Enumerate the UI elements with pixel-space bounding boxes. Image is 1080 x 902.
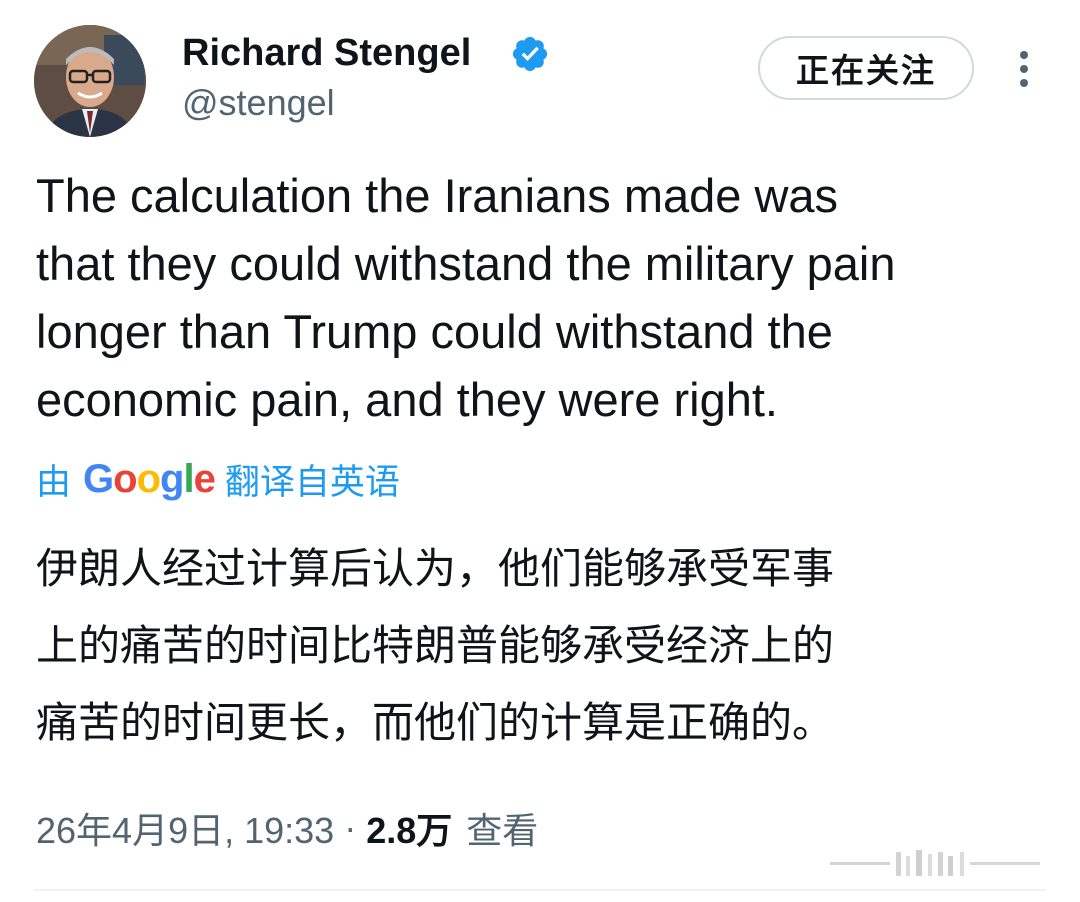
avatar[interactable] — [34, 25, 146, 137]
author-handle[interactable]: @stengel — [182, 82, 335, 124]
verified-badge-icon — [512, 36, 548, 72]
meta-separator: · — [344, 807, 357, 848]
tweet-text-line: longer than Trump could withstand the — [36, 305, 833, 358]
watermark-logo — [830, 850, 1040, 876]
translation-attribution[interactable]: 由 Google 翻译自英语 — [36, 456, 400, 503]
tweet-meta: 26年4月9日, 19:33 · 2.8万 查看 — [36, 800, 538, 856]
tweet-text-line: economic pain, and they were right. — [36, 373, 778, 426]
translation-suffix: 翻译自英语 — [224, 462, 400, 503]
display-name[interactable]: Richard Stengel — [182, 30, 471, 76]
tweet-text: The calculation the Iranians made was th… — [36, 162, 1046, 434]
translated-text-line: 伊朗人经过计算后认为，他们能够承受军事 — [36, 544, 835, 593]
tweet-text-line: The calculation the Iranians made was — [36, 169, 839, 222]
translation-prefix: 由 — [36, 462, 72, 503]
more-vertical-icon[interactable] — [1010, 48, 1038, 90]
translated-text-line: 上的痛苦的时间比特朗普能够承受经济上的 — [36, 621, 835, 670]
google-logo: Google — [83, 456, 216, 501]
following-button[interactable]: 正在关注 — [758, 36, 974, 100]
translated-text-line: 痛苦的时间更长，而他们的计算是正确的。 — [36, 698, 835, 747]
views-label: 查看 — [466, 811, 539, 852]
views-count: 2.8万 — [366, 810, 453, 851]
divider — [34, 889, 1046, 891]
timestamp[interactable]: 26年4月9日, 19:33 — [36, 802, 334, 854]
translated-text: 伊朗人经过计算后认为，他们能够承受军事 上的痛苦的时间比特朗普能够承受经济上的 … — [36, 530, 1046, 761]
tweet-text-line: that they could withstand the military p… — [36, 237, 896, 290]
avatar-image — [34, 25, 146, 137]
